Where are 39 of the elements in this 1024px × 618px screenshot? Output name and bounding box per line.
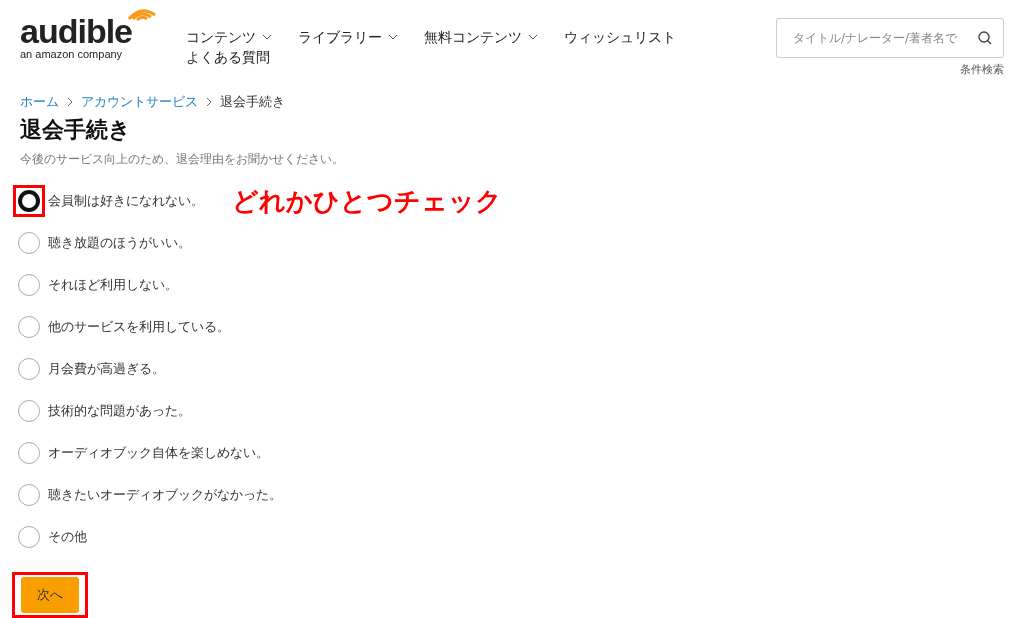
radio-button[interactable] — [18, 484, 40, 506]
nav-link[interactable]: コンテンツ — [186, 28, 272, 46]
chevron-right-icon — [67, 97, 73, 107]
reason-label[interactable]: 聴きたいオーディオブックがなかった。 — [48, 486, 282, 504]
breadcrumb-link[interactable]: ホーム — [20, 93, 59, 111]
page-subtitle: 今後のサービス向上のため、退会理由をお聞かせください。 — [20, 151, 345, 168]
reason-label[interactable]: 聴き放題のほうがいい。 — [48, 234, 191, 252]
breadcrumb-link[interactable]: アカウントサービス — [81, 93, 198, 111]
radio-button[interactable] — [18, 442, 40, 464]
nav-link[interactable]: ライブラリー — [298, 28, 398, 46]
next-button[interactable]: 次へ — [21, 577, 79, 613]
chevron-down-icon — [262, 34, 272, 40]
radio-button[interactable] — [18, 358, 40, 380]
nav-link[interactable]: 無料コンテンツ — [424, 28, 538, 46]
reason-label[interactable]: 他のサービスを利用している。 — [48, 318, 230, 336]
annotation-text: どれかひとつチェック — [232, 184, 502, 218]
reason-label[interactable]: 会員制は好きになれない。 — [48, 192, 204, 210]
advanced-search-link[interactable]: 条件検索 — [960, 62, 1004, 77]
logo-wordmark: audible — [20, 14, 133, 48]
reason-label[interactable]: 月会費が高過ぎる。 — [48, 360, 165, 378]
reason-label[interactable]: オーディオブック自体を楽しめない。 — [48, 444, 269, 462]
chevron-down-icon — [528, 34, 538, 40]
breadcrumb-current: 退会手続き — [220, 93, 285, 111]
search-icon — [978, 31, 992, 45]
nav-link[interactable]: ウィッシュリスト — [564, 28, 676, 46]
logo-tagline: an amazon company — [20, 48, 123, 60]
page-title: 退会手続き — [20, 116, 132, 144]
radio-button[interactable] — [18, 400, 40, 422]
reason-label[interactable]: その他 — [48, 528, 87, 546]
chevron-right-icon — [206, 97, 212, 107]
reason-label[interactable]: 技術的な問題があった。 — [48, 402, 191, 420]
search-field[interactable]: タイトル/ナレーター/著者名で — [776, 18, 1004, 58]
reason-label[interactable]: それほど利用しない。 — [48, 276, 178, 294]
radio-button[interactable] — [18, 274, 40, 296]
nav-link[interactable]: よくある質問 — [186, 48, 270, 66]
radio-button[interactable] — [18, 526, 40, 548]
radio-button[interactable] — [18, 232, 40, 254]
chevron-down-icon — [388, 34, 398, 40]
radio-button[interactable] — [18, 316, 40, 338]
